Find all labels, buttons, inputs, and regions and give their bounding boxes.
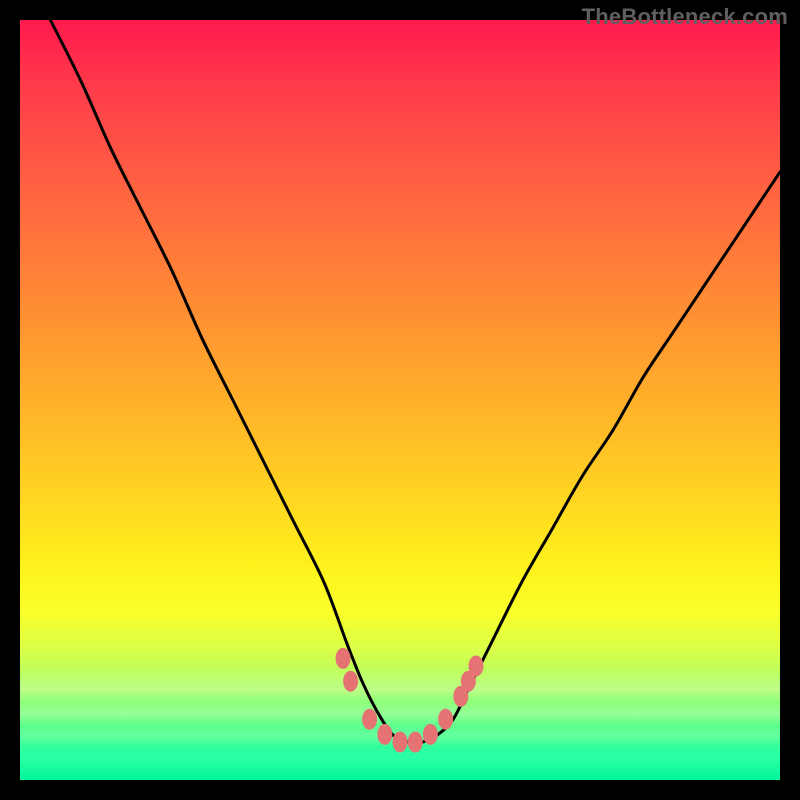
curve-marker	[408, 732, 422, 752]
curve-marker	[439, 709, 453, 729]
curve-marker	[461, 671, 475, 691]
chart-frame: TheBottleneck.com	[0, 0, 800, 800]
curve-marker	[363, 709, 377, 729]
curve-marker	[344, 671, 358, 691]
curve-marker	[454, 686, 468, 706]
curve-marker	[393, 732, 407, 752]
curve-marker	[469, 656, 483, 676]
bottleneck-curve	[50, 20, 780, 743]
curve-marker	[378, 724, 392, 744]
curve-markers	[336, 648, 483, 752]
curve-marker	[336, 648, 350, 668]
gradient-band-overlay	[20, 670, 780, 780]
curve-marker	[423, 724, 437, 744]
plot-area	[20, 20, 780, 780]
chart-svg	[20, 20, 780, 780]
